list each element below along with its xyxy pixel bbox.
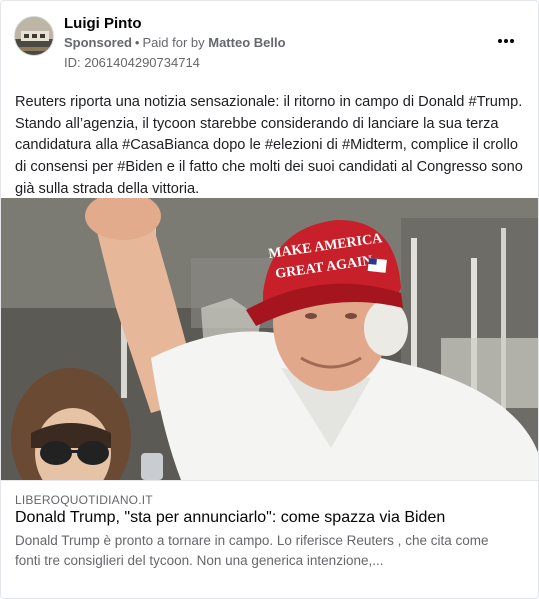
- ad-post-card: Luigi Pinto Sponsored • Paid for by Matteo…: [0, 0, 539, 599]
- link-description: Donald Trump è pronto a tornare in campo…: [15, 533, 489, 568]
- post-photo[interactable]: MAKE AMERICA GREAT AGAIN: [1, 198, 538, 480]
- more-options-button[interactable]: [494, 29, 518, 53]
- more-horizontal-icon-dot: [510, 39, 514, 43]
- avatar-image: [15, 17, 53, 55]
- ad-id: ID: 2061404290734714: [64, 55, 200, 70]
- link-domain: LIBEROQUOTIDIANO.IT: [15, 493, 153, 507]
- author-name[interactable]: Luigi Pinto: [64, 15, 141, 32]
- sponsored-line: Sponsored • Paid for by Matteo Bello: [64, 35, 286, 50]
- meta-separator: •: [134, 35, 140, 50]
- author-avatar[interactable]: [14, 16, 54, 56]
- link-title[interactable]: Donald Trump, "sta per annunciarlo": com…: [15, 509, 445, 527]
- post-header: Luigi Pinto Sponsored • Paid for by Matteo…: [1, 1, 538, 81]
- post-body-text: Reuters riporta una notizia sensazionale…: [15, 94, 523, 197]
- payer-name[interactable]: Matteo Bello: [208, 35, 285, 50]
- paid-for-prefix: Paid for by: [142, 35, 205, 50]
- photo-illustration: MAKE AMERICA GREAT AGAIN: [1, 198, 538, 480]
- more-horizontal-icon: [498, 39, 502, 43]
- more-horizontal-icon-dot: [504, 39, 508, 43]
- sponsored-label: Sponsored: [64, 35, 132, 50]
- link-preview[interactable]: LIBEROQUOTIDIANO.IT Donald Trump, "sta p…: [1, 480, 538, 598]
